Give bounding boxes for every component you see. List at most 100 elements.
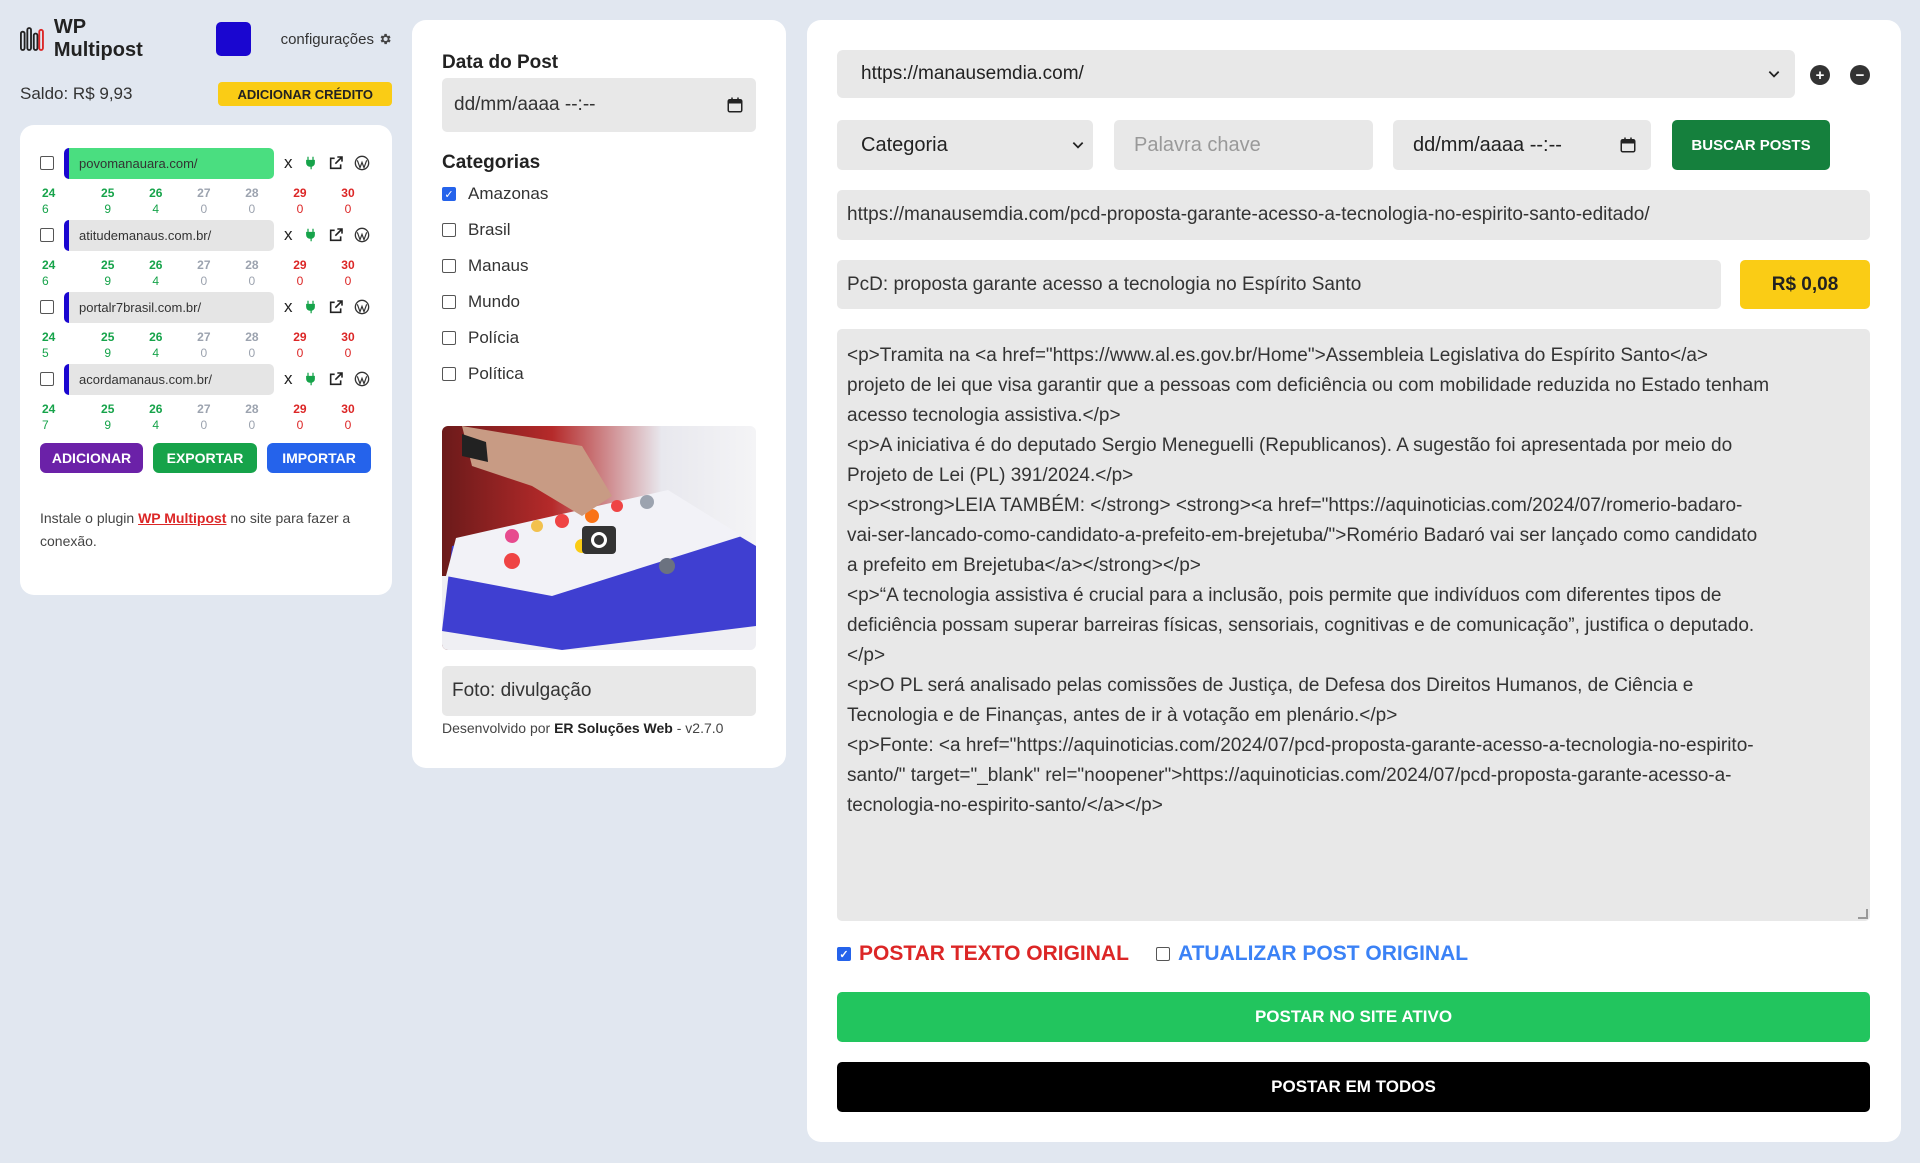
export-button[interactable]: EXPORTAR xyxy=(153,443,257,473)
category-checkbox[interactable] xyxy=(442,295,456,309)
day-number: 29 xyxy=(293,402,307,416)
day-number: 26 xyxy=(149,186,163,200)
post-original-checkbox[interactable]: ✓ xyxy=(837,947,851,961)
search-posts-button[interactable]: BUSCAR POSTS xyxy=(1672,120,1830,170)
plugin-link[interactable]: WP Multipost xyxy=(138,510,226,526)
add-site-button[interactable]: ADICIONAR xyxy=(40,443,143,473)
day-stat: 30 0 xyxy=(324,329,372,361)
add-source-icon[interactable]: + xyxy=(1810,65,1830,85)
post-all-sites-button[interactable]: POSTAR EM TODOS xyxy=(837,1062,1870,1112)
day-number: 26 xyxy=(149,330,163,344)
post-title-input[interactable]: PcD: proposta garante acesso a tecnologi… xyxy=(837,260,1721,309)
category-option[interactable]: Manaus xyxy=(442,248,756,284)
day-post-count: 0 xyxy=(200,418,208,432)
day-stat: 25 9 xyxy=(84,185,132,217)
site-item: acordamanaus.com.br/ x 24 7 25 9 26 4 27… xyxy=(40,363,372,433)
day-post-count: 9 xyxy=(104,346,112,360)
category-label: Mundo xyxy=(468,292,520,311)
wordpress-icon[interactable] xyxy=(354,155,370,171)
plug-icon[interactable] xyxy=(303,155,318,171)
site-url-field[interactable]: povomanauara.com/ xyxy=(64,147,274,179)
credit-brand[interactable]: ER Soluções Web xyxy=(554,720,673,736)
wordpress-icon[interactable] xyxy=(354,299,370,315)
balance-row: Saldo: R$ 9,93 ADICIONAR CRÉDITO xyxy=(20,82,392,106)
remove-site-button[interactable]: x xyxy=(284,369,293,389)
update-original-checkbox[interactable] xyxy=(1156,947,1170,961)
app-title: WP Multipost xyxy=(53,16,143,61)
brand-color-swatch[interactable] xyxy=(215,22,251,56)
category-option[interactable]: Mundo xyxy=(442,284,756,320)
category-option[interactable]: Polícia xyxy=(442,320,756,356)
calendar-icon[interactable] xyxy=(726,96,744,114)
category-option[interactable]: Brasil xyxy=(442,212,756,248)
post-active-site-button[interactable]: POSTAR NO SITE ATIVO xyxy=(837,992,1870,1042)
day-number: 30 xyxy=(341,330,355,344)
category-select-value: Categoria xyxy=(861,133,948,156)
day-stat: 29 0 xyxy=(276,185,324,217)
category-option[interactable]: Política xyxy=(442,356,756,392)
external-link-icon[interactable] xyxy=(328,155,344,171)
source-site-select[interactable]: https://manausemdia.com/ xyxy=(837,50,1795,98)
category-checkbox[interactable]: ✓ xyxy=(442,187,456,201)
day-stat: 28 0 xyxy=(228,257,276,289)
update-original-toggle[interactable]: ATUALIZAR POST ORIGINAL xyxy=(1156,942,1468,966)
day-number: 30 xyxy=(341,402,355,416)
external-link-icon[interactable] xyxy=(328,371,344,387)
site-checkbox[interactable] xyxy=(40,300,54,314)
day-stat: 26 4 xyxy=(132,401,180,433)
category-select[interactable]: Categoria xyxy=(837,120,1093,170)
plug-icon[interactable] xyxy=(303,227,318,243)
post-content-textarea[interactable]: <p>Tramita na <a href="https://www.al.es… xyxy=(837,329,1870,921)
day-stat: 29 0 xyxy=(276,257,324,289)
category-checkbox[interactable] xyxy=(442,259,456,273)
plug-icon[interactable] xyxy=(303,371,318,387)
post-date-input[interactable]: dd/mm/aaaa --:-- xyxy=(442,78,756,132)
day-number: 25 xyxy=(101,186,115,200)
site-checkbox[interactable] xyxy=(40,372,54,386)
category-label: Política xyxy=(468,364,524,383)
day-number: 28 xyxy=(245,402,259,416)
site-row: portalr7brasil.com.br/ x xyxy=(40,291,372,323)
category-checkbox[interactable] xyxy=(442,331,456,345)
day-post-count: 9 xyxy=(104,202,112,216)
day-number: 30 xyxy=(341,258,355,272)
post-content-lines: <p>Tramita na <a href="https://www.al.es… xyxy=(847,341,1860,821)
category-checkbox[interactable] xyxy=(442,367,456,381)
add-credit-button[interactable]: ADICIONAR CRÉDITO xyxy=(218,82,392,106)
content-line: Tecnologia e de Finanças, antes de ir à … xyxy=(847,705,1398,726)
remove-source-icon[interactable]: − xyxy=(1850,65,1870,85)
image-caption-input[interactable]: Foto: divulgação xyxy=(442,666,756,716)
keyword-input[interactable]: Palavra chave xyxy=(1114,120,1373,170)
import-button[interactable]: IMPORTAR xyxy=(267,443,371,473)
featured-image[interactable] xyxy=(442,426,756,650)
content-line: santo/" target="_blank" rel="noopener">h… xyxy=(847,765,1732,786)
post-original-toggle[interactable]: ✓ POSTAR TEXTO ORIGINAL xyxy=(837,942,1129,966)
post-url-input[interactable]: https://manausemdia.com/pcd-proposta-gar… xyxy=(837,190,1870,240)
resize-handle-icon[interactable] xyxy=(1858,909,1868,919)
wordpress-icon[interactable] xyxy=(354,371,370,387)
site-url-field[interactable]: portalr7brasil.com.br/ xyxy=(64,291,274,323)
settings-link[interactable]: configurações xyxy=(281,31,392,48)
day-number: 27 xyxy=(197,402,211,416)
day-stat: 24 7 xyxy=(40,401,84,433)
search-date-input[interactable]: dd/mm/aaaa --:-- xyxy=(1393,120,1651,170)
site-actions: x xyxy=(284,225,370,245)
day-stat: 26 4 xyxy=(132,329,180,361)
plug-icon[interactable] xyxy=(303,299,318,315)
remove-site-button[interactable]: x xyxy=(284,153,293,173)
remove-site-button[interactable]: x xyxy=(284,225,293,245)
external-link-icon[interactable] xyxy=(328,227,344,243)
external-link-icon[interactable] xyxy=(328,299,344,315)
site-checkbox[interactable] xyxy=(40,156,54,170)
wordpress-icon[interactable] xyxy=(354,227,370,243)
day-number: 30 xyxy=(341,186,355,200)
site-url-field[interactable]: atitudemanaus.com.br/ xyxy=(64,219,274,251)
chevron-down-icon xyxy=(1072,142,1084,149)
category-checkbox[interactable] xyxy=(442,223,456,237)
remove-site-button[interactable]: x xyxy=(284,297,293,317)
site-checkbox[interactable] xyxy=(40,228,54,242)
calendar-icon[interactable] xyxy=(1619,136,1637,154)
site-url-field[interactable]: acordamanaus.com.br/ xyxy=(64,363,274,395)
category-option[interactable]: ✓ Amazonas xyxy=(442,176,756,212)
app-header: WP Multipost configurações xyxy=(20,16,392,61)
